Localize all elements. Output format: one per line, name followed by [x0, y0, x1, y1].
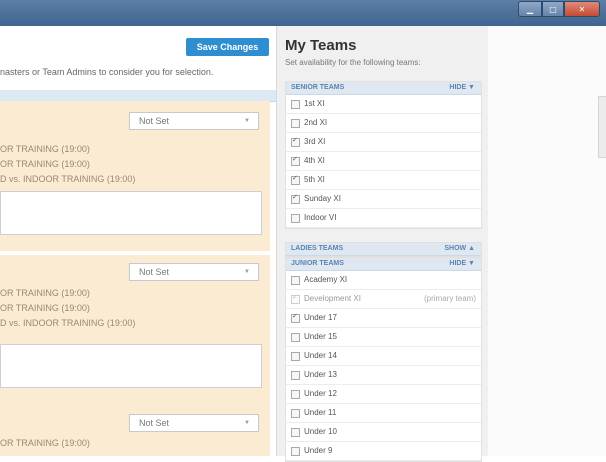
fixture-line: OR TRAINING (19:00) — [0, 303, 90, 313]
team-row[interactable]: Under 17 — [286, 309, 481, 328]
availability-select[interactable]: Not Set ▼ — [129, 414, 259, 432]
team-row[interactable]: Under 14 — [286, 347, 481, 366]
window-titlebar: ▁ □ ✕ — [0, 0, 606, 26]
team-checkbox — [291, 293, 300, 304]
team-checkbox[interactable] — [291, 390, 300, 399]
team-checkbox[interactable] — [291, 371, 300, 380]
availability-select[interactable]: Not Set ▼ — [129, 263, 259, 281]
notes-textarea[interactable] — [0, 191, 262, 235]
availability-main: Save Changes nasters or Team Admins to c… — [0, 26, 276, 456]
save-changes-button[interactable]: Save Changes — [186, 38, 269, 56]
senior-teams-header: SENIOR TEAMS HIDE ▼ — [286, 82, 481, 95]
team-row[interactable]: Under 12 — [286, 385, 481, 404]
team-row[interactable]: Under 10 — [286, 423, 481, 442]
ladies-teams-header: LADIES TEAMS SHOW ▲ — [286, 243, 481, 256]
fixture-line: D vs. INDOOR TRAINING (19:00) — [0, 174, 136, 184]
junior-teams-header: JUNIOR TEAMS HIDE ▼ — [286, 258, 481, 271]
team-checkbox[interactable] — [291, 312, 300, 323]
team-row[interactable]: Indoor VI — [286, 209, 481, 228]
fixture-line: OR TRAINING (19:00) — [0, 159, 90, 169]
availability-select[interactable]: Not Set ▼ — [129, 112, 259, 130]
team-row[interactable]: 5th XI — [286, 171, 481, 190]
team-checkbox[interactable] — [291, 409, 300, 418]
notes-textarea[interactable] — [0, 344, 262, 388]
team-row[interactable]: Under 9 — [286, 442, 481, 461]
minimize-icon[interactable]: ▁ — [518, 1, 542, 17]
team-checkbox[interactable] — [291, 428, 300, 437]
primary-team-note: (primary team) — [423, 294, 476, 303]
show-toggle[interactable]: SHOW ▲ — [444, 243, 475, 255]
chevron-down-icon: ▼ — [244, 269, 250, 275]
team-checkbox[interactable] — [291, 333, 300, 342]
fixture-card: Not Set ▼ OR TRAINING (19:00) OR TRAINING… — [0, 101, 270, 251]
right-blank-area — [488, 26, 606, 456]
window-controls: ▁ □ ✕ — [518, 1, 600, 17]
team-checkbox[interactable] — [291, 136, 300, 147]
panel-subtitle: Set availability for the following teams… — [285, 58, 421, 67]
panel-title: My Teams — [285, 37, 357, 54]
team-checkbox[interactable] — [291, 174, 300, 185]
my-teams-panel: My Teams Set availability for the follow… — [276, 26, 489, 462]
team-row[interactable]: 2nd XI — [286, 114, 481, 133]
team-row[interactable]: Sunday XI — [286, 190, 481, 209]
team-checkbox[interactable] — [291, 119, 300, 128]
team-row[interactable]: Under 13 — [286, 366, 481, 385]
ladies-teams-group: LADIES TEAMS SHOW ▲ — [285, 242, 482, 257]
team-checkbox[interactable] — [291, 193, 300, 204]
fixture-line: OR TRAINING (19:00) — [0, 438, 90, 448]
chevron-down-icon: ▼ — [244, 420, 250, 426]
junior-teams-group: JUNIOR TEAMSHIDE ▼ Academy XI Developmen… — [285, 257, 482, 462]
chevron-down-icon: ▼ — [244, 118, 250, 124]
fixture-card: Not Set ▼ OR TRAINING (19:00) — [0, 410, 270, 456]
fixture-line: D vs. INDOOR TRAINING (19:00) — [0, 318, 136, 328]
team-checkbox[interactable] — [291, 352, 300, 361]
close-icon[interactable]: ✕ — [564, 1, 600, 17]
hide-toggle[interactable]: HIDE ▼ — [449, 258, 475, 270]
team-checkbox[interactable] — [291, 155, 300, 166]
team-row[interactable]: Under 11 — [286, 404, 481, 423]
team-checkbox[interactable] — [291, 447, 300, 456]
intro-text: nasters or Team Admins to consider you f… — [0, 67, 214, 77]
senior-teams-group: SENIOR TEAMSHIDE ▼ 1st XI 2nd XI 3rd XI … — [285, 81, 482, 229]
team-checkbox[interactable] — [291, 214, 300, 223]
team-checkbox[interactable] — [291, 100, 300, 109]
fixture-card: Not Set ▼ OR TRAINING (19:00) OR TRAINING… — [0, 255, 270, 410]
fixture-line: OR TRAINING (19:00) — [0, 144, 90, 154]
team-row[interactable]: 1st XI — [286, 95, 481, 114]
team-row[interactable]: 3rd XI — [286, 133, 481, 152]
fixture-line: OR TRAINING (19:00) — [0, 288, 90, 298]
team-checkbox[interactable] — [291, 276, 300, 285]
maximize-icon[interactable]: □ — [542, 1, 564, 17]
team-row: Development XI(primary team) — [286, 290, 481, 309]
team-row[interactable]: Under 15 — [286, 328, 481, 347]
scrollbar-thumb[interactable] — [598, 96, 606, 158]
team-row[interactable]: 4th XI — [286, 152, 481, 171]
hide-toggle[interactable]: HIDE ▼ — [449, 82, 475, 94]
team-row[interactable]: Academy XI — [286, 271, 481, 290]
